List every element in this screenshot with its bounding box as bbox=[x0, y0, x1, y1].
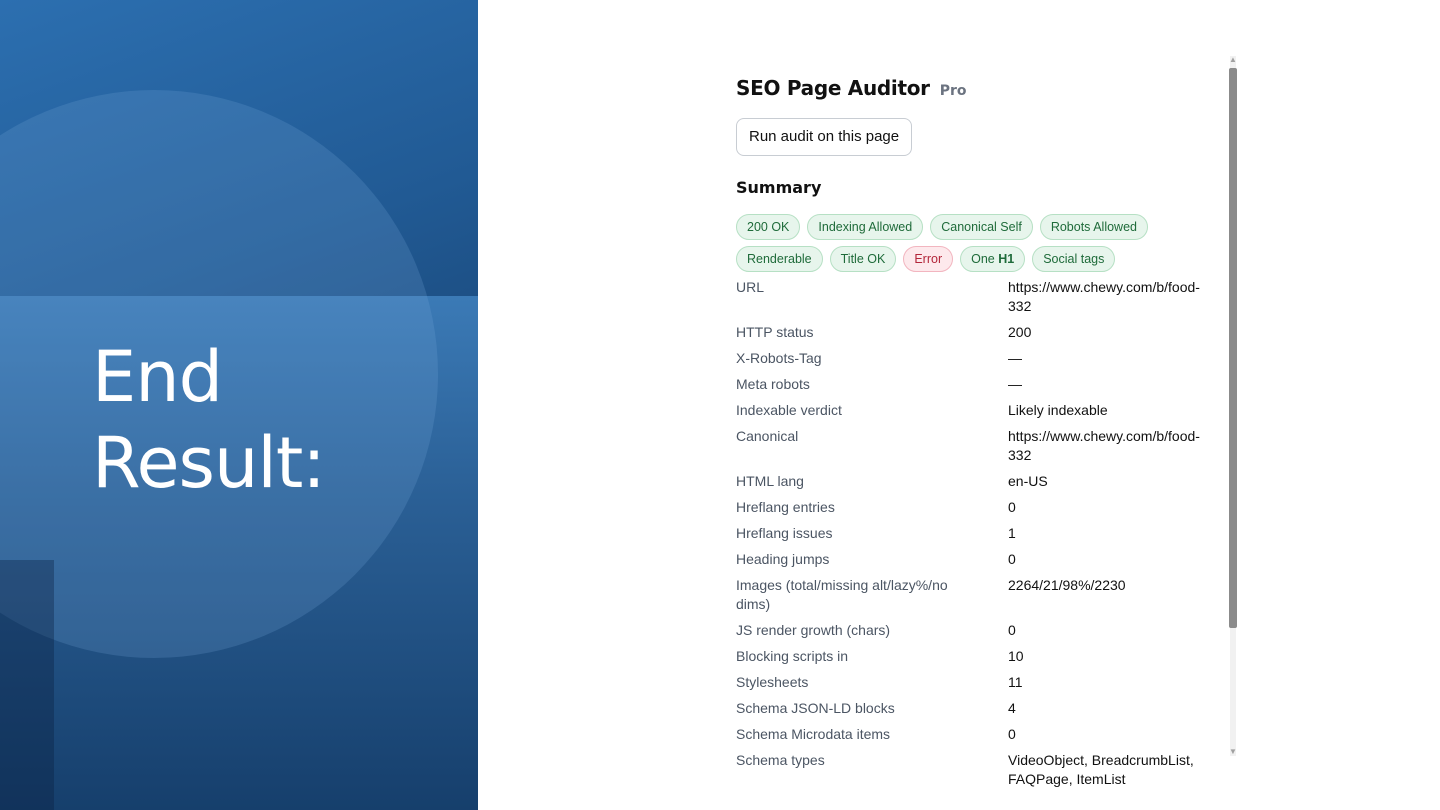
row-value: 0 bbox=[1008, 499, 1016, 515]
chip-one-h1: One H1 bbox=[960, 246, 1026, 272]
scroll-down-arrow-icon[interactable]: ▼ bbox=[1229, 748, 1237, 756]
background-stripe bbox=[0, 560, 54, 810]
table-row: Schema JSON-LD blocks 4 bbox=[736, 699, 1206, 725]
audit-results-table: URL https://www.chewy.com/b/food-332 HTTP… bbox=[736, 278, 1206, 796]
table-row: Heading jumps 0 bbox=[736, 550, 1206, 576]
table-row: URL https://www.chewy.com/b/food-332 bbox=[736, 278, 1206, 323]
table-row: Meta robots — bbox=[736, 375, 1206, 401]
run-audit-button[interactable]: Run audit on this page bbox=[736, 118, 913, 156]
row-key: HTML lang bbox=[736, 473, 804, 489]
row-key: Stylesheets bbox=[736, 674, 809, 690]
scrollbar-thumb[interactable] bbox=[1229, 68, 1237, 628]
table-row: Canonical https://www.chewy.com/b/food-33… bbox=[736, 427, 1206, 472]
chip-indexing-allowed: Indexing Allowed bbox=[807, 214, 924, 240]
table-row: Schema Microdata items 0 bbox=[736, 725, 1206, 751]
table-row: Blocking scripts in 10 bbox=[736, 647, 1206, 673]
row-key: Hreflang issues bbox=[736, 525, 833, 541]
row-value: 2264/21/98%/2230 bbox=[1008, 577, 1126, 593]
chip-200-ok: 200 OK bbox=[736, 214, 801, 240]
chip-robots-allowed: Robots Allowed bbox=[1039, 214, 1148, 240]
row-key: X-Robots-Tag bbox=[736, 350, 822, 366]
chip-one-h1-prefix: One bbox=[971, 252, 999, 266]
chip-title-ok: Title OK bbox=[829, 246, 897, 272]
slide-background: End Result: bbox=[0, 0, 478, 810]
row-key: Images (total/missing alt/lazy%/no dims) bbox=[736, 577, 948, 612]
row-key: Heading jumps bbox=[736, 551, 830, 567]
table-row: HTTP status 200 bbox=[736, 323, 1206, 349]
row-key: JS render growth (chars) bbox=[736, 622, 891, 638]
row-key: Schema Microdata items bbox=[736, 726, 891, 742]
table-row: Hreflang entries 0 bbox=[736, 498, 1206, 524]
row-key: Schema JSON-LD blocks bbox=[736, 700, 895, 716]
row-value: https://www.chewy.com/b/food-332 bbox=[1008, 428, 1200, 463]
table-row: X-Robots-Tag — bbox=[736, 349, 1206, 375]
row-value: Likely indexable bbox=[1008, 402, 1108, 418]
table-row: Images (total/missing alt/lazy%/no dims)… bbox=[736, 576, 1206, 621]
app-header: SEO Page Auditor Pro bbox=[736, 76, 1226, 100]
app-name: SEO Page Auditor bbox=[736, 76, 930, 100]
chip-renderable: Renderable bbox=[736, 246, 823, 272]
row-key: Blocking scripts in bbox=[736, 648, 849, 664]
row-value: 0 bbox=[1008, 551, 1016, 567]
slide-title: End Result: bbox=[92, 334, 326, 506]
row-value: 200 bbox=[1008, 324, 1032, 340]
row-key: HTTP status bbox=[736, 324, 814, 340]
row-value: en-US bbox=[1008, 473, 1048, 489]
scroll-up-arrow-icon[interactable]: ▲ bbox=[1229, 56, 1237, 64]
table-row: Schema types VideoObject, BreadcrumbList,… bbox=[736, 751, 1206, 796]
row-value: https://www.chewy.com/b/food-332 bbox=[1008, 279, 1200, 314]
chip-canonical-self: Canonical Self bbox=[930, 214, 1033, 240]
row-value: — bbox=[1008, 350, 1022, 366]
row-value: — bbox=[1008, 376, 1022, 392]
row-key: URL bbox=[736, 279, 765, 295]
row-key: Canonical bbox=[736, 428, 799, 444]
slide-title-line-1: End bbox=[92, 336, 223, 418]
summary-heading: Summary bbox=[736, 178, 822, 197]
table-row: Stylesheets 11 bbox=[736, 673, 1206, 699]
row-value: 0 bbox=[1008, 622, 1016, 638]
status-chips: 200 OK Indexing Allowed Canonical Self R… bbox=[736, 214, 1186, 272]
table-row: Hreflang issues 1 bbox=[736, 524, 1206, 550]
table-row: JS render growth (chars) 0 bbox=[736, 621, 1206, 647]
pro-badge: Pro bbox=[939, 83, 967, 99]
popup-scrollbar[interactable]: ▲ ▼ bbox=[1228, 56, 1238, 756]
chip-error: Error bbox=[903, 246, 954, 272]
row-value: 10 bbox=[1008, 648, 1024, 664]
table-row: Indexable verdict Likely indexable bbox=[736, 401, 1206, 427]
row-value: VideoObject, BreadcrumbList, FAQPage, It… bbox=[1008, 752, 1194, 787]
row-value: 1 bbox=[1008, 525, 1016, 541]
chip-social-tags: Social tags bbox=[1032, 246, 1116, 272]
row-key: Hreflang entries bbox=[736, 499, 835, 515]
row-key: Schema types bbox=[736, 752, 825, 768]
row-value: 0 bbox=[1008, 726, 1016, 742]
row-key: Meta robots bbox=[736, 376, 810, 392]
row-key: Indexable verdict bbox=[736, 402, 842, 418]
slide-title-line-2: Result: bbox=[92, 422, 326, 504]
chip-one-h1-bold: H1 bbox=[998, 252, 1015, 266]
row-value: 4 bbox=[1008, 700, 1016, 716]
row-value: 11 bbox=[1008, 674, 1023, 690]
extension-popup: SEO Page Auditor Pro Run audit on this p… bbox=[736, 60, 1226, 796]
table-row: HTML lang en-US bbox=[736, 472, 1206, 498]
